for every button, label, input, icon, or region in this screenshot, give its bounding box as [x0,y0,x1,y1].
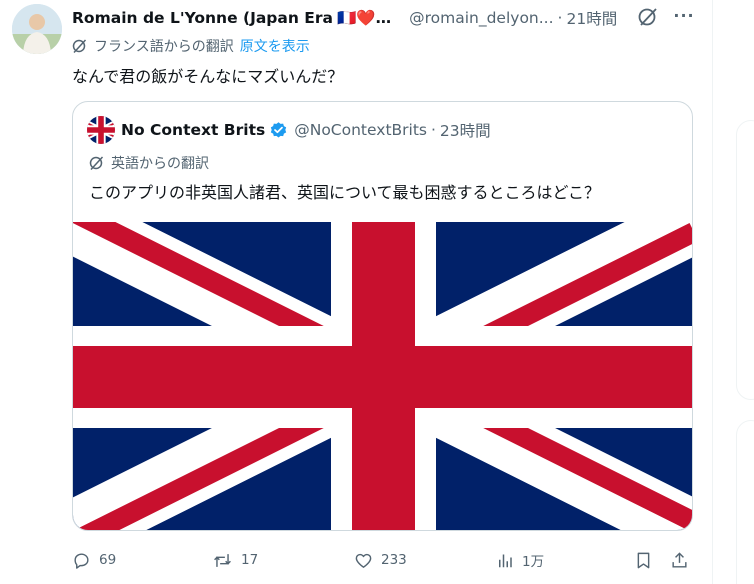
tweet[interactable]: Romain de L'Yonne (Japan Era 🇫🇷❤️… @roma… [0,0,712,584]
separator-dot: · [430,121,436,139]
like-button[interactable]: 233 [354,546,407,574]
quote-text: このアプリの非英国人諸君、英国について最も困惑するところはどこ？ [89,183,601,202]
views-button[interactable]: 1万 [496,546,544,574]
translation-label: フランス語からの翻訳 [94,39,234,55]
translation-row: フランス語からの翻訳 原文を表示 [72,36,310,56]
more-icon[interactable]: ··· [672,6,696,28]
share-button[interactable] [670,546,697,574]
sidebar-card [736,120,754,400]
translate-icon [89,156,104,171]
tweet-text: なんで君の飯がそんなにマズいんだ？ [72,67,344,86]
quote-translation-row: 英語からの翻訳 [89,153,209,173]
bookmark-button[interactable] [634,546,661,574]
author-flags: 🇫🇷❤️… [336,9,392,27]
show-original-link[interactable]: 原文を表示 [240,36,310,56]
like-icon [355,553,372,568]
separator-dot: · [557,9,563,27]
action-bar: 69 17 233 1万 [72,546,700,574]
quote-avatar[interactable] [87,116,115,144]
tweet-header: Romain de L'Yonne (Japan Era 🇫🇷❤️… @roma… [72,6,617,30]
quote-translation-label: 英語からの翻訳 [111,156,209,172]
quoted-tweet[interactable]: No Context Brits @NoContextBrits · 23時間 … [72,101,693,531]
timestamp[interactable]: 21時間 [566,7,617,29]
grok-icon[interactable] [637,6,659,28]
bookmark-icon [637,552,650,568]
repost-count: 17 [241,552,259,568]
repost-icon [214,553,231,567]
author-handle[interactable]: @romain_delyon... [409,9,553,27]
quote-timestamp[interactable]: 23時間 [440,119,491,141]
author-name[interactable]: Romain de L'Yonne (Japan Era [72,9,333,27]
views-icon [499,554,512,567]
reply-button[interactable]: 69 [72,546,116,574]
views-count: 1万 [522,554,545,570]
reply-count: 69 [99,552,117,568]
quote-handle[interactable]: @NoContextBrits [294,121,427,139]
author-avatar[interactable] [12,4,62,54]
quote-author-name[interactable]: No Context Brits [121,121,265,139]
reply-icon [74,552,89,569]
translate-icon [72,39,87,54]
share-icon [672,551,687,568]
column-divider [712,0,713,584]
quote-header: No Context Brits @NoContextBrits · 23時間 [121,119,491,141]
repost-button[interactable]: 17 [212,546,258,574]
sidebar-card [736,420,754,584]
union-jack-image[interactable] [73,222,693,531]
verified-badge-icon [271,121,287,138]
like-count: 233 [381,552,407,568]
